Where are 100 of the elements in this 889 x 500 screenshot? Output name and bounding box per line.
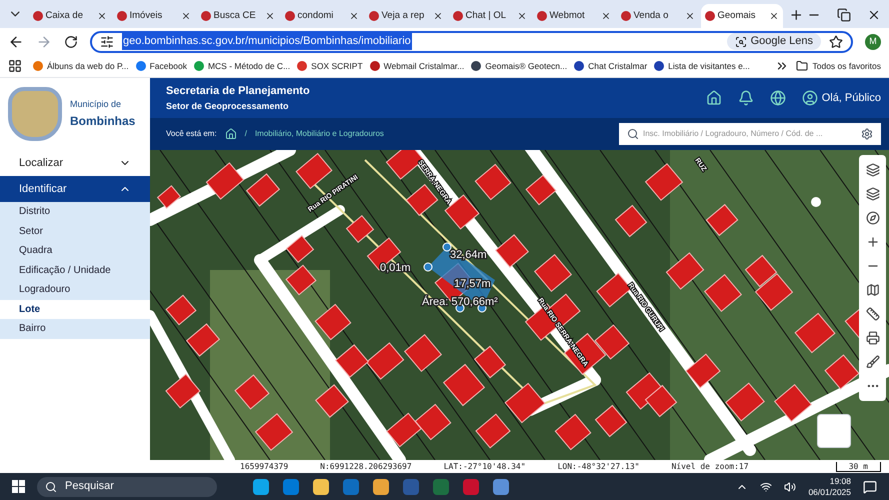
close-tab-icon[interactable] — [180, 11, 190, 21]
sidebar-item[interactable]: Logradouro — [0, 280, 150, 300]
bookmark-link[interactable]: Chat Cristalmar — [574, 60, 648, 72]
sidebar-item[interactable]: Edificação / Unidade — [0, 260, 150, 280]
clock-time: 19:08 — [830, 476, 851, 486]
tab-favicon-icon — [32, 11, 42, 21]
layers-icon[interactable] — [866, 163, 880, 177]
browser-tab[interactable]: Veja a rep — [364, 4, 446, 28]
user-menu[interactable]: Olá, Público — [802, 90, 881, 106]
bookmark-link[interactable]: Lista de visitantes e... — [654, 60, 750, 72]
status-coordinate: LAT:-27°10'48.34" — [444, 460, 526, 472]
profile-avatar[interactable]: M — [865, 34, 881, 50]
wifi-icon[interactable] — [760, 480, 772, 492]
back-icon[interactable] — [8, 34, 24, 50]
reload-icon[interactable] — [64, 34, 78, 48]
taskbar-app-icon[interactable] — [253, 478, 269, 494]
breadcrumb-link[interactable]: Imobiliário, Mobiliário e Logradouros — [254, 128, 384, 140]
browser-tab[interactable]: Chat | OL — [448, 4, 530, 28]
sidebar-item[interactable]: Distrito — [0, 202, 150, 222]
bookmark-link[interactable]: Facebook — [136, 60, 187, 72]
taskbar-app-icon[interactable] — [373, 478, 389, 494]
close-tab-icon[interactable] — [96, 11, 106, 21]
close-icon[interactable] — [867, 8, 881, 22]
bookmark-star-icon[interactable] — [829, 34, 843, 48]
search-icon — [45, 480, 57, 492]
all-bookmarks-link[interactable]: Todos os favoritos — [796, 60, 881, 72]
close-tab-icon[interactable] — [432, 11, 442, 21]
volume-icon[interactable] — [784, 480, 796, 492]
browser-tab[interactable]: Webmot — [532, 4, 614, 28]
home-icon[interactable] — [224, 128, 237, 140]
folder-icon — [796, 60, 808, 72]
tab-favicon-icon — [452, 11, 462, 21]
header-subtitle: Setor de Geoprocessamento — [166, 100, 290, 113]
minimap-thumbnail[interactable] — [817, 414, 851, 448]
close-tab-icon[interactable] — [768, 11, 778, 21]
tab-favicon-icon — [116, 11, 126, 21]
browser-tab[interactable]: Imóveis — [112, 4, 194, 28]
zoom-in-icon[interactable] — [866, 235, 880, 249]
browser-tab[interactable]: Busca CE — [196, 4, 278, 28]
close-tab-icon[interactable] — [348, 11, 358, 21]
header-title: Secretaria de Planejamento — [166, 84, 310, 99]
user-avatar-icon — [802, 90, 818, 106]
sidebar-item[interactable]: Quadra — [0, 241, 150, 260]
taskbar-app-icon[interactable] — [313, 478, 329, 494]
status-coordinate: Nível de zoom:17 — [671, 460, 749, 472]
close-tab-icon[interactable] — [516, 11, 526, 21]
layers-stack-icon[interactable] — [866, 187, 880, 201]
bookmark-favicon-icon — [370, 61, 380, 71]
taskbar-search-field[interactable]: Pesquisar — [37, 476, 217, 496]
site-info-icon[interactable] — [100, 34, 114, 48]
home-icon[interactable] — [706, 90, 722, 106]
new-tab-icon[interactable] — [788, 7, 803, 23]
notifications-icon[interactable] — [863, 480, 877, 494]
print-icon[interactable] — [866, 331, 880, 345]
settings-icon[interactable] — [861, 128, 873, 140]
bookmark-link[interactable]: Álbuns da web do P... — [33, 60, 129, 72]
status-coordinate: N:6991228.206293697 — [320, 460, 412, 472]
browser-tab[interactable]: Venda o — [616, 4, 698, 28]
bookmark-link[interactable]: Webmail Cristalmar... — [370, 60, 464, 72]
lens-button[interactable]: Google Lens — [726, 33, 821, 50]
search-field[interactable]: Insc. Imobiliário / Logradouro, Número / Cód. de ... — [619, 123, 881, 145]
status-coordinate: LON:-48°32'27.13" — [558, 460, 640, 472]
clock-date: 06/01/2025 — [808, 486, 851, 498]
tab-favicon-icon — [368, 11, 378, 21]
sidebar-section[interactable]: Identificar — [0, 176, 150, 202]
browser-tab[interactable]: Geomais — [700, 4, 782, 28]
brush-icon[interactable] — [866, 355, 880, 369]
tab-favicon-icon — [536, 11, 546, 21]
map-icon[interactable] — [866, 283, 880, 297]
bookmark-favicon-icon — [33, 61, 43, 71]
breadcrumb-label: Você está em: — [166, 128, 217, 140]
ruler-icon[interactable] — [866, 307, 880, 321]
bookmark-link[interactable]: SOX SCRIPT — [297, 60, 363, 72]
tab-favicon-icon — [620, 11, 630, 21]
windows-start-icon[interactable] — [12, 480, 25, 493]
sidebar-item[interactable]: Bairro — [0, 319, 150, 338]
restore-icon[interactable] — [837, 8, 851, 22]
bookmark-link[interactable]: Geomais® Geotecn... — [471, 60, 568, 72]
apps-icon[interactable] — [8, 59, 22, 73]
close-tab-icon[interactable] — [264, 11, 274, 21]
address-field[interactable]: geo.bombinhas.sc.gov.br/municipios/Bombinhas/imobiliario Google Lens — [90, 30, 853, 52]
bookmark-favicon-icon — [136, 61, 146, 71]
bookmark-link[interactable]: MCS - Método de C... — [194, 60, 290, 72]
sidebar-item[interactable]: Setor — [0, 222, 150, 241]
municipality-prefix: Município de — [70, 98, 122, 112]
browser-tab[interactable]: condomi — [280, 4, 362, 28]
bell-icon[interactable] — [738, 90, 754, 106]
forward-icon[interactable] — [36, 34, 52, 50]
url-text: geo.bombinhas.sc.gov.br/municipios/Bombinhas/imobiliario — [122, 33, 412, 50]
tab-favicon-icon — [704, 11, 714, 21]
close-tab-icon[interactable] — [684, 11, 694, 21]
compass-icon[interactable] — [866, 211, 880, 225]
globe-icon[interactable] — [770, 90, 786, 106]
taskbar-app-icon[interactable] — [493, 478, 509, 494]
search-input[interactable]: Insc. Imobiliário / Logradouro, Número / Cód. de ... — [643, 128, 857, 140]
taskbar-search-placeholder: Pesquisar — [65, 479, 114, 494]
close-tab-icon[interactable] — [600, 11, 610, 21]
browser-tab[interactable]: Caixa de — [28, 4, 110, 28]
bookmark-favicon-icon — [654, 61, 664, 71]
status-coordinate: 1659974379 — [240, 460, 288, 472]
